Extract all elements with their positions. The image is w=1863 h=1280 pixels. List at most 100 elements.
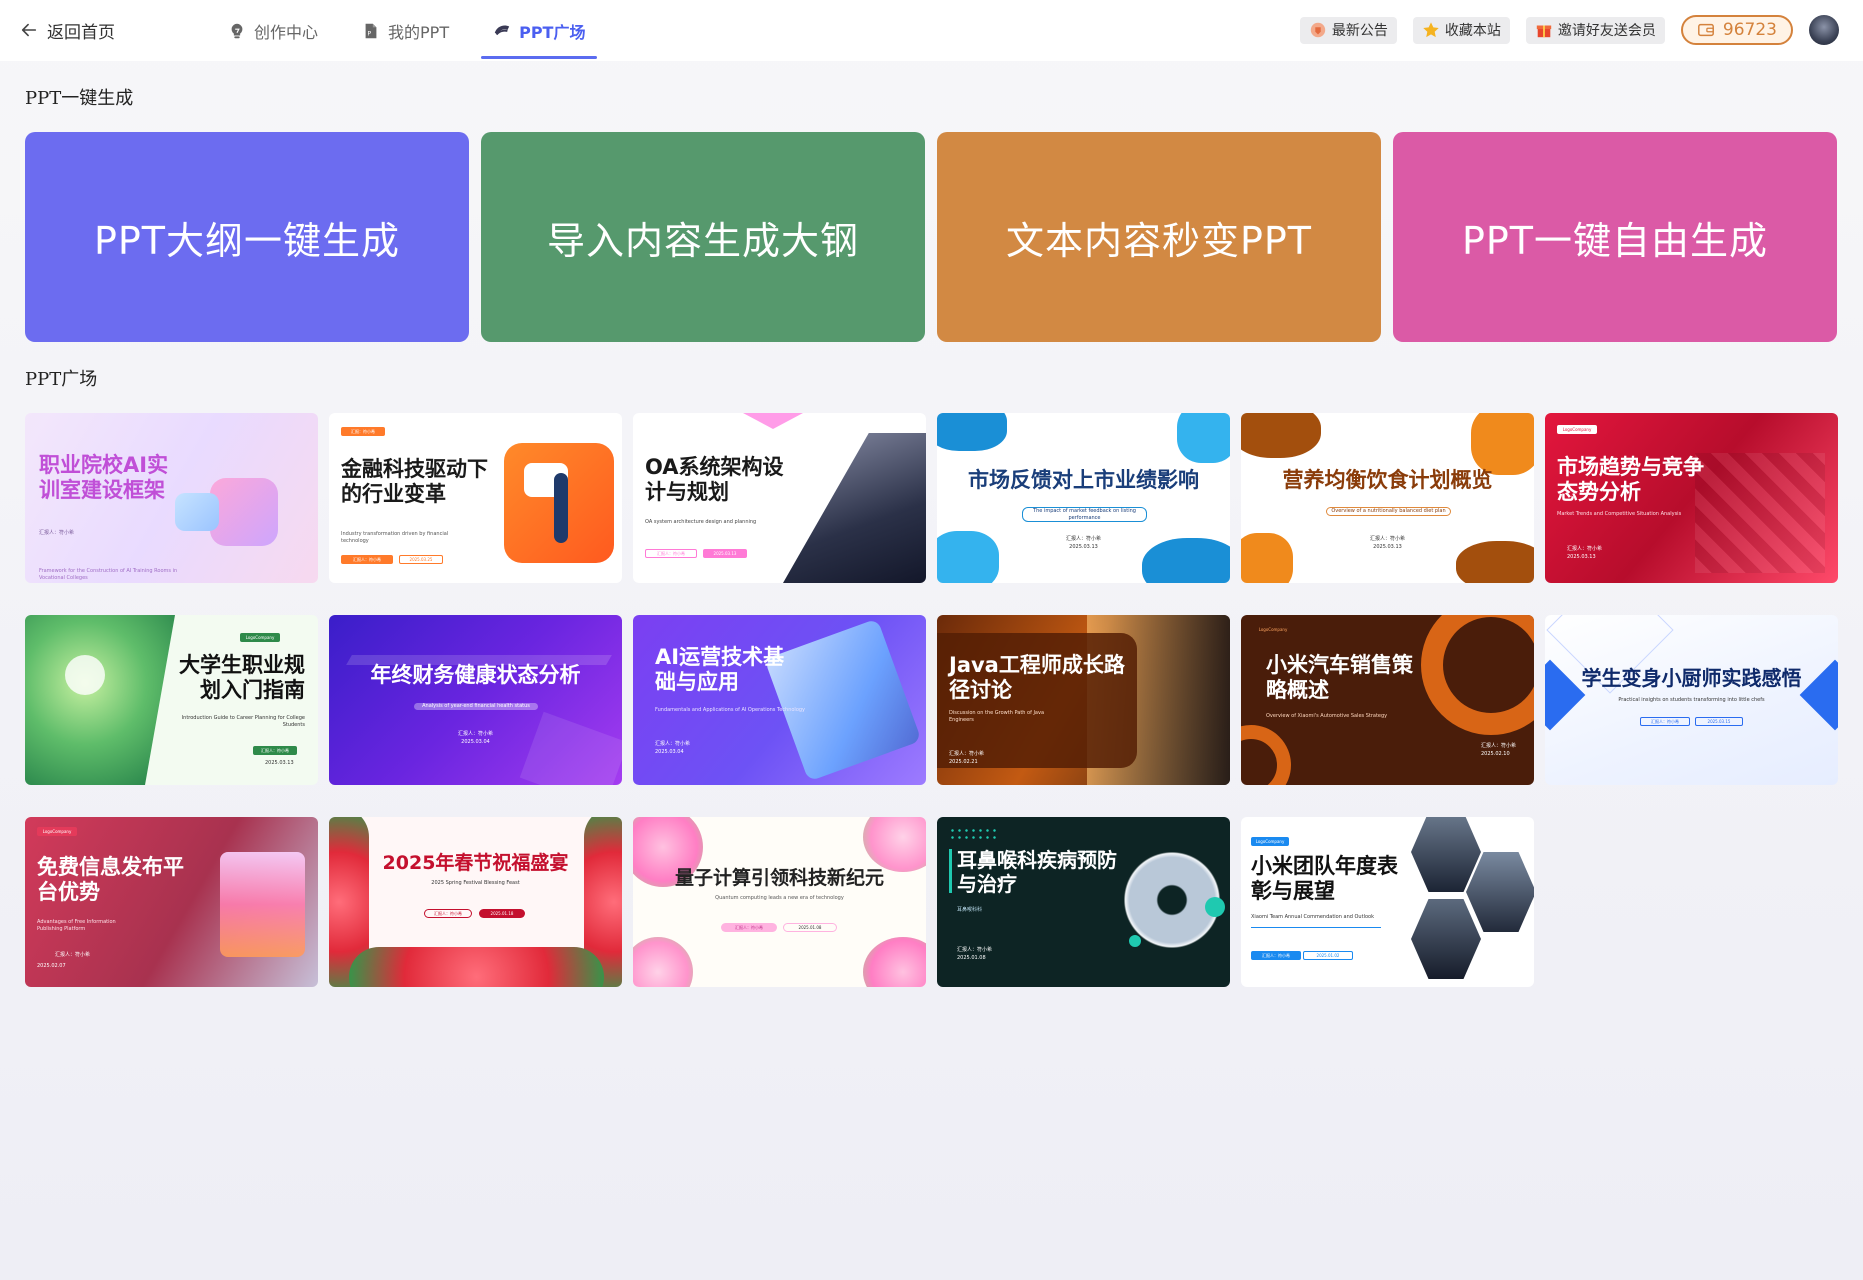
template-card[interactable]: 职业院校AI实训室建设框架 Framework for the Construc… xyxy=(25,413,318,583)
template-title: Java工程师成长路径讨论 xyxy=(949,653,1125,702)
template-subtitle: Overview of a nutritionally balanced die… xyxy=(1326,507,1451,516)
template-card[interactable]: 市场反馈对上市业绩影响 The impact of market feedbac… xyxy=(937,413,1230,583)
template-title: 耳鼻喉科疾病预防与治疗 xyxy=(957,848,1117,896)
template-reporter: 汇报人：符小希 xyxy=(457,731,493,737)
tab-ppt-square-label: PPT广场 xyxy=(519,22,586,42)
template-title: AI运营技术基础与应用 xyxy=(655,645,785,694)
template-subtitle: Framework for the Construction of AI Tra… xyxy=(39,568,178,581)
import-content-card[interactable]: 导入内容生成大钢 xyxy=(481,132,925,342)
template-subtitle: Practical insights on students transform… xyxy=(1618,697,1765,703)
template-card[interactable]: 耳鼻喉科疾病预防与治疗 耳鼻喉科科 汇报人：符小希 2025.01.08 xyxy=(937,817,1230,987)
invite-friends-label: 邀请好友送会员 xyxy=(1557,23,1656,39)
template-date: 2025.02.21 xyxy=(949,759,978,765)
template-date: 2025.03.13 xyxy=(265,760,294,766)
user-avatar[interactable] xyxy=(1809,15,1839,45)
template-card[interactable]: 2025年春节祝福盛宴 2025 Spring Festival Blessin… xyxy=(329,817,622,987)
tab-creation-center[interactable]: 创作中心 xyxy=(228,0,318,61)
template-date: 2025.03.13 xyxy=(1069,544,1098,550)
template-reporter: 汇报人：符小希 xyxy=(341,555,393,564)
import-content-label: 导入内容生成大钢 xyxy=(546,218,859,263)
template-title: OA系统架构设计与规划 xyxy=(645,455,784,504)
template-reporter: 汇报人：符小希 xyxy=(55,952,91,958)
template-subtitle: Fundamentals and Applications of AI Oper… xyxy=(655,707,806,713)
template-reporter: 汇报人：符小希 xyxy=(1640,717,1690,726)
template-reporter: 汇报人：符小希 xyxy=(1567,546,1603,552)
free-generate-card[interactable]: PPT一键自由生成 xyxy=(1393,132,1837,342)
square-section-title: PPT广场 xyxy=(25,369,98,390)
template-card[interactable]: LogoCompany 市场趋势与竞争态势分析 Market Trends an… xyxy=(1545,413,1838,583)
document-icon: P xyxy=(365,23,377,38)
template-subtitle: Industry transformation driven by financ… xyxy=(341,531,449,544)
template-subtitle: 耳鼻喉科科 xyxy=(957,907,983,913)
template-logo: LogoCompany xyxy=(37,827,77,836)
points-value: 96723 xyxy=(1722,20,1777,40)
template-card[interactable]: AI运营技术基础与应用 Fundamentals and Application… xyxy=(633,615,926,785)
outline-generate-card[interactable]: PPT大纲一键生成 xyxy=(25,132,469,342)
template-date: 2025.03.25 xyxy=(399,555,443,564)
template-date: 2025.02.07 xyxy=(37,963,66,969)
template-date: 2025.03.04 xyxy=(461,739,490,745)
arrow-left-icon xyxy=(21,23,37,37)
template-reporter: 汇报人：符小希 xyxy=(1369,536,1405,542)
template-logo: LogoCompany xyxy=(240,633,280,642)
tab-ppt-square[interactable]: PPT广场 xyxy=(481,0,598,61)
template-subtitle: 2025 Spring Festival Blessing Feast xyxy=(431,880,520,886)
template-title: 年终财务健康状态分析 xyxy=(370,663,581,687)
points-balance-button[interactable]: 96723 xyxy=(1680,15,1793,45)
template-subtitle: Introduction Guide to Career Planning fo… xyxy=(181,715,305,728)
template-title: 小米团队年度表彰与展望 xyxy=(1251,854,1398,903)
template-card[interactable]: 年终财务健康状态分析 Analysis of year-end financia… xyxy=(329,615,622,785)
template-card[interactable]: Java工程师成长路径讨论 Discussion on the Growth P… xyxy=(937,615,1230,785)
gift-icon xyxy=(1536,25,1552,38)
template-subtitle: Market Trends and Competitive Situation … xyxy=(1557,511,1682,517)
main-nav: 创作中心 P 我的PPT PPT广场 xyxy=(228,0,629,61)
template-card[interactable]: LogoCompany 免费信息发布平台优势 Advantages of Fre… xyxy=(25,817,318,987)
template-card[interactable]: LogoCompany 小米汽车销售策略概述 Overview of Xiaom… xyxy=(1241,615,1534,785)
template-date: 2025.03.13 xyxy=(703,549,747,558)
template-card[interactable]: OA系统架构设计与规划 OA system architecture desig… xyxy=(633,413,926,583)
template-title: 量子计算引领科技新纪元 xyxy=(674,867,884,889)
template-tag: 汇报：符小希 xyxy=(341,427,385,436)
template-title: 市场反馈对上市业绩影响 xyxy=(968,468,1199,492)
announcement-button[interactable]: 最新公告 xyxy=(1299,16,1397,44)
template-card[interactable]: 汇报：符小希 金融科技驱动下的行业变革 Industry transformat… xyxy=(329,413,622,583)
template-reporter: 汇报人：符小希 xyxy=(645,549,697,558)
template-reporter: 汇报人：符小希 xyxy=(39,530,75,536)
generate-section-title: PPT一键生成 xyxy=(25,88,134,109)
template-card[interactable]: LogoCompany 小米团队年度表彰与展望 Xiaomi Team Annu… xyxy=(1241,817,1534,987)
invite-friends-button[interactable]: 邀请好友送会员 xyxy=(1525,16,1665,44)
template-title: 市场趋势与竞争态势分析 xyxy=(1557,455,1704,504)
square-icon xyxy=(494,24,510,35)
back-to-home-label: 返回首页 xyxy=(47,22,115,43)
tab-my-ppt[interactable]: P 我的PPT xyxy=(362,0,449,61)
template-title: 2025年春节祝福盛宴 xyxy=(382,852,569,874)
template-reporter: 汇报人：符小希 xyxy=(957,947,993,953)
template-title: 学生变身小厨师实践感悟 xyxy=(1581,666,1802,690)
template-reporter: 汇报人：符小希 xyxy=(253,746,297,755)
template-card[interactable]: 营养均衡饮食计划概览 Overview of a nutritionally b… xyxy=(1241,413,1534,583)
template-subtitle: Quantum computing leads a new era of tec… xyxy=(715,895,844,901)
template-subtitle: Discussion on the Growth Path of Java En… xyxy=(949,710,1045,723)
wallet-icon xyxy=(1697,23,1714,37)
template-date: 2025.02.10 xyxy=(1481,751,1510,757)
bookmark-site-button[interactable]: 收藏本站 xyxy=(1412,16,1510,44)
template-date: 2025.03.15 xyxy=(1695,717,1743,726)
template-card[interactable]: 学生变身小厨师实践感悟 Practical insights on studen… xyxy=(1545,615,1838,785)
template-card[interactable]: 量子计算引领科技新纪元 Quantum computing leads a ne… xyxy=(633,817,926,987)
template-subtitle: Overview of Xiaomi's Automotive Sales St… xyxy=(1266,713,1388,719)
announcement-label: 最新公告 xyxy=(1331,23,1388,39)
text-to-ppt-card[interactable]: 文本内容秒变PPT xyxy=(937,132,1381,342)
template-card[interactable]: LogoCompany 大学生职业规划入门指南 Introduction Gui… xyxy=(25,615,318,785)
announcement-icon xyxy=(1310,22,1326,38)
template-date: 2025.01.08 xyxy=(957,955,986,961)
template-reporter: 汇报人：符小希 xyxy=(1251,951,1301,960)
template-date: 2025.01.02 xyxy=(1303,951,1353,960)
template-subtitle: Advantages of Free Information Publishin… xyxy=(37,919,116,932)
template-title: 职业院校AI实训室建设框架 xyxy=(39,453,169,502)
outline-generate-label: PPT大纲一键生成 xyxy=(93,218,401,263)
template-date: 2025.01.18 xyxy=(479,909,525,918)
svg-text:P: P xyxy=(367,30,371,37)
template-date: 2025.03.04 xyxy=(655,749,684,755)
back-to-home-button[interactable]: 返回首页 xyxy=(20,17,115,43)
template-logo: LogoCompany xyxy=(1557,425,1597,434)
